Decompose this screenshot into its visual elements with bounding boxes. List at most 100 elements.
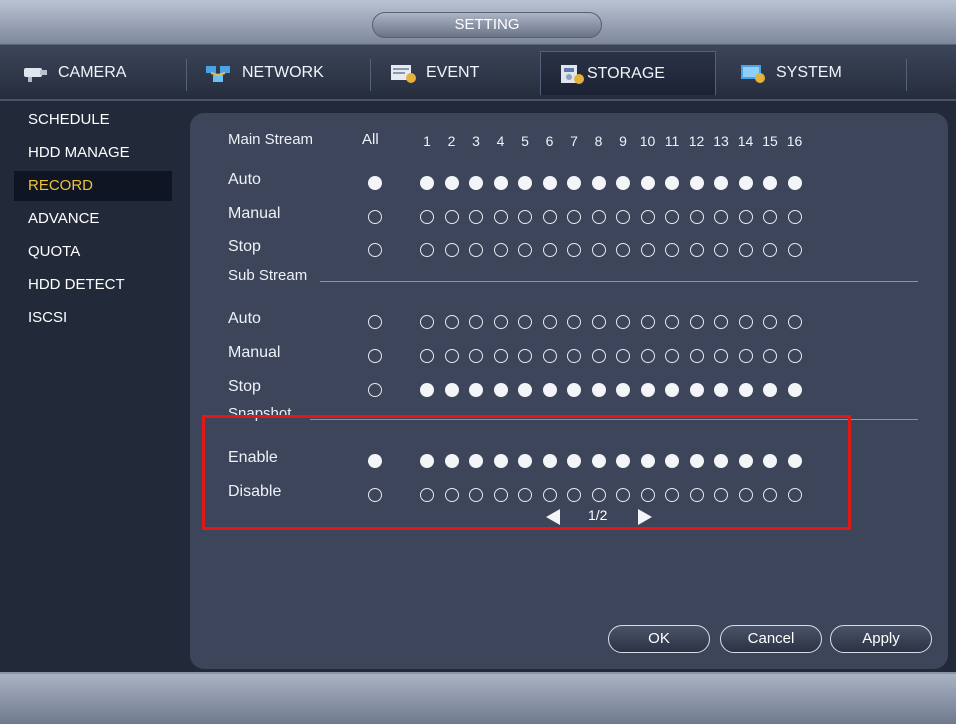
channel-radio[interactable] [591,176,606,190]
channel-radio[interactable] [689,243,704,257]
channel-radio[interactable] [542,176,557,190]
tab-camera[interactable]: CAMERA [6,51,182,95]
channel-radio[interactable] [591,315,606,329]
channel-radio[interactable] [616,210,630,224]
channel-radio[interactable] [518,210,532,224]
channel-radio[interactable] [469,349,483,363]
channel-radio[interactable] [689,383,704,397]
channel-radio[interactable] [493,488,508,502]
channel-radio[interactable] [665,488,679,502]
channel-radio[interactable] [763,349,777,363]
channel-radio[interactable] [616,349,630,363]
channel-radio[interactable] [420,349,434,363]
channel-radio[interactable] [591,210,606,224]
channel-radio[interactable] [542,315,557,329]
channel-radio[interactable] [591,454,606,468]
channel-radio[interactable] [714,176,728,190]
tab-event[interactable]: EVENT [374,51,534,95]
channel-radio[interactable] [493,176,508,190]
channel-radio[interactable] [787,176,802,190]
channel-radio[interactable] [689,210,704,224]
channel-radio[interactable] [763,454,777,468]
channel-radio[interactable] [787,315,802,329]
channel-radio[interactable] [518,488,532,502]
channel-radio[interactable] [714,210,728,224]
all-radio[interactable] [368,454,382,468]
channel-radio[interactable] [665,454,679,468]
channel-radio[interactable] [518,349,532,363]
channel-radio[interactable] [469,243,483,257]
channel-radio[interactable] [689,488,704,502]
channel-radio[interactable] [469,454,483,468]
channel-radio[interactable] [616,243,630,257]
channel-radio[interactable] [444,488,459,502]
channel-radio[interactable] [714,315,728,329]
channel-radio[interactable] [542,349,557,363]
channel-radio[interactable] [738,243,753,257]
channel-radio[interactable] [469,176,483,190]
channel-radio[interactable] [665,315,679,329]
channel-radio[interactable] [787,488,802,502]
channel-radio[interactable] [420,176,434,190]
channel-radio[interactable] [469,383,483,397]
channel-radio[interactable] [567,210,581,224]
channel-radio[interactable] [518,454,532,468]
channel-radio[interactable] [420,454,434,468]
channel-radio[interactable] [567,488,581,502]
channel-radio[interactable] [763,176,777,190]
channel-radio[interactable] [665,176,679,190]
sidebar-item-quota[interactable]: QUOTA [14,237,172,267]
channel-radio[interactable] [493,243,508,257]
channel-radio[interactable] [640,349,655,363]
channel-radio[interactable] [689,315,704,329]
channel-radio[interactable] [542,383,557,397]
sidebar-item-iscsi[interactable]: ISCSI [14,303,172,333]
channel-radio[interactable] [469,315,483,329]
channel-radio[interactable] [640,210,655,224]
channel-radio[interactable] [542,488,557,502]
channel-radio[interactable] [518,383,532,397]
channel-radio[interactable] [665,383,679,397]
channel-radio[interactable] [616,176,630,190]
channel-radio[interactable] [493,383,508,397]
channel-radio[interactable] [689,454,704,468]
channel-radio[interactable] [444,349,459,363]
channel-radio[interactable] [689,349,704,363]
channel-radio[interactable] [469,210,483,224]
channel-radio[interactable] [567,454,581,468]
channel-radio[interactable] [518,243,532,257]
channel-radio[interactable] [640,243,655,257]
channel-radio[interactable] [591,243,606,257]
channel-radio[interactable] [787,349,802,363]
channel-radio[interactable] [738,315,753,329]
channel-radio[interactable] [640,454,655,468]
channel-radio[interactable] [493,349,508,363]
sidebar-item-record[interactable]: RECORD [14,171,172,201]
all-radio[interactable] [368,210,382,224]
channel-radio[interactable] [444,454,459,468]
all-radio[interactable] [368,349,382,363]
channel-radio[interactable] [444,210,459,224]
sidebar-item-advance[interactable]: ADVANCE [14,204,172,234]
tab-storage[interactable]: STORAGE [540,51,716,95]
channel-radio[interactable] [518,176,532,190]
channel-radio[interactable] [616,315,630,329]
channel-radio[interactable] [665,349,679,363]
channel-radio[interactable] [714,454,728,468]
channel-radio[interactable] [763,315,777,329]
channel-radio[interactable] [738,176,753,190]
channel-radio[interactable] [493,315,508,329]
sidebar-item-hdd-detect[interactable]: HDD DETECT [14,270,172,300]
channel-radio[interactable] [567,243,581,257]
channel-radio[interactable] [616,454,630,468]
channel-radio[interactable] [640,315,655,329]
ok-button[interactable]: OK [608,625,710,653]
tab-system[interactable]: SYSTEM [724,51,900,95]
channel-radio[interactable] [591,383,606,397]
all-radio[interactable] [368,488,382,502]
sidebar-item-schedule[interactable]: SCHEDULE [14,105,172,135]
channel-radio[interactable] [493,454,508,468]
channel-radio[interactable] [420,315,434,329]
apply-button[interactable]: Apply [830,625,932,653]
channel-radio[interactable] [787,210,802,224]
